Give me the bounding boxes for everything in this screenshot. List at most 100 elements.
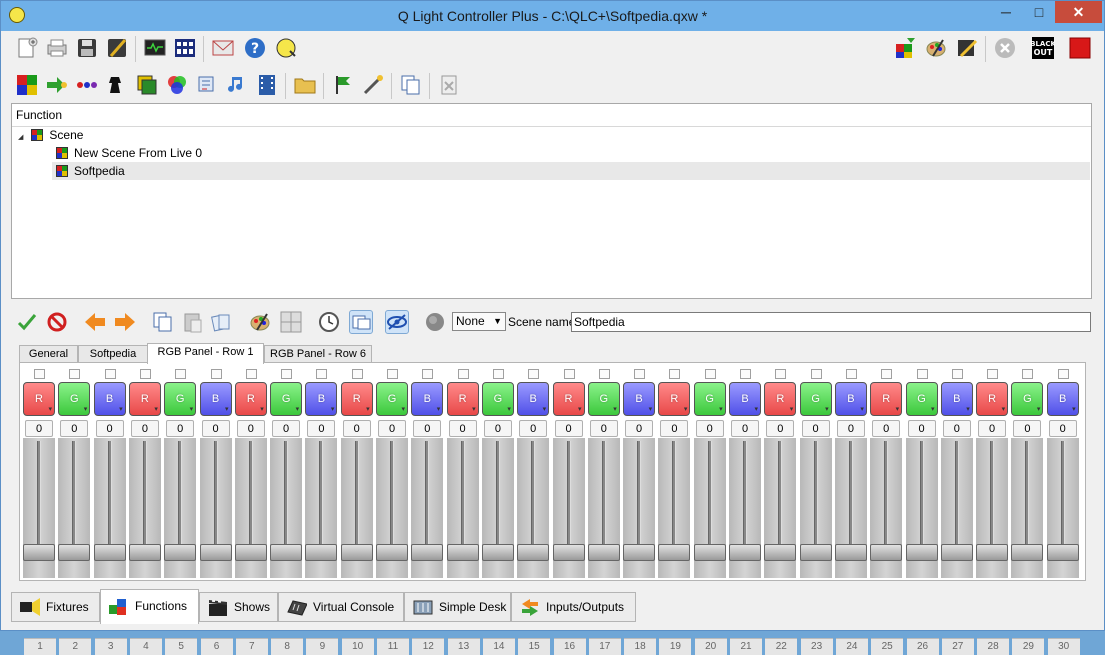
fader-handle[interactable] bbox=[270, 544, 303, 561]
channel-enable-checkbox[interactable] bbox=[916, 369, 928, 379]
tab-shows[interactable]: Shows bbox=[199, 592, 278, 622]
help-button[interactable]: ? bbox=[243, 36, 267, 60]
add-efx-button[interactable] bbox=[105, 73, 129, 97]
channel-enable-checkbox[interactable] bbox=[1022, 369, 1034, 379]
channel-value-field[interactable]: 0 bbox=[978, 420, 1007, 437]
channel-enable-checkbox[interactable] bbox=[422, 369, 434, 379]
fader-handle[interactable] bbox=[976, 544, 1009, 561]
channel-color-button[interactable]: G ▾ bbox=[376, 382, 408, 416]
channel-color-button[interactable]: G ▾ bbox=[587, 382, 620, 416]
fader-handle[interactable] bbox=[446, 544, 479, 561]
channel-color-button[interactable]: R ▾ bbox=[234, 382, 267, 416]
fader-handle[interactable] bbox=[517, 544, 550, 561]
fader-handle[interactable] bbox=[128, 544, 161, 561]
channel-value-field[interactable]: 0 bbox=[1048, 420, 1077, 437]
blind-mode-button[interactable] bbox=[385, 310, 409, 334]
fader-track[interactable]: 27 bbox=[940, 438, 974, 655]
tab-inputs-outputs[interactable]: Inputs/Outputs bbox=[511, 592, 636, 622]
fader-handle[interactable] bbox=[799, 544, 832, 561]
wizard-button[interactable] bbox=[361, 73, 385, 97]
channel-value-field[interactable]: 0 bbox=[95, 420, 124, 437]
channel-enable-checkbox[interactable] bbox=[598, 369, 610, 379]
fader-handle[interactable] bbox=[940, 544, 973, 561]
channel-value-field[interactable]: 0 bbox=[307, 420, 336, 437]
channel-value-field[interactable]: 0 bbox=[342, 420, 371, 437]
channel-enable-checkbox[interactable] bbox=[740, 369, 751, 379]
fader-track[interactable]: 20 bbox=[693, 438, 727, 655]
copy-button[interactable] bbox=[151, 310, 175, 334]
fader-handle[interactable] bbox=[305, 544, 338, 561]
fader-track[interactable]: 5 bbox=[164, 438, 198, 655]
tab-virtual-console[interactable]: Virtual Console bbox=[278, 592, 404, 622]
channel-color-button[interactable]: G ▾ bbox=[58, 382, 91, 416]
address-tool-button[interactable] bbox=[173, 36, 197, 60]
add-collection-button[interactable] bbox=[135, 73, 159, 97]
add-chaser-button[interactable] bbox=[45, 73, 69, 97]
tab-functions[interactable]: Functions bbox=[100, 589, 199, 624]
fader-handle[interactable] bbox=[58, 544, 91, 561]
control-panel-button[interactable] bbox=[211, 36, 235, 60]
fader-track[interactable]: 1 bbox=[23, 438, 56, 655]
channel-color-button[interactable]: B ▾ bbox=[517, 382, 550, 416]
fader-track[interactable]: 15 bbox=[517, 438, 551, 655]
channel-color-button[interactable]: G ▾ bbox=[799, 382, 832, 416]
channel-value-field[interactable]: 0 bbox=[625, 420, 654, 437]
tab-softpedia[interactable]: Softpedia bbox=[78, 345, 148, 363]
fader-handle[interactable] bbox=[587, 544, 620, 561]
channel-enable-checkbox[interactable] bbox=[351, 369, 363, 379]
channel-value-field[interactable]: 0 bbox=[766, 420, 795, 437]
fader-track[interactable]: 18 bbox=[623, 438, 657, 655]
channel-color-button[interactable]: G ▾ bbox=[905, 382, 938, 416]
fader-handle[interactable] bbox=[1046, 544, 1079, 561]
channel-color-button[interactable]: B ▾ bbox=[729, 382, 761, 416]
channel-value-field[interactable]: 0 bbox=[25, 420, 53, 437]
fader-track[interactable]: 19 bbox=[658, 438, 692, 655]
tab-rgb-panel-row-1[interactable]: RGB Panel - Row 1 bbox=[147, 343, 264, 364]
expand-arrow-icon[interactable]: ◢ bbox=[18, 134, 23, 141]
fader-track[interactable]: 6 bbox=[199, 438, 233, 655]
add-folder-button[interactable] bbox=[293, 73, 317, 97]
channel-enable-checkbox[interactable] bbox=[175, 369, 187, 379]
channel-enable-checkbox[interactable] bbox=[881, 369, 893, 379]
fader-handle[interactable] bbox=[164, 544, 197, 561]
channel-enable-checkbox[interactable] bbox=[281, 369, 293, 379]
channel-value-field[interactable]: 0 bbox=[413, 420, 442, 437]
autostart-button[interactable] bbox=[331, 73, 355, 97]
channel-value-field[interactable]: 0 bbox=[272, 420, 301, 437]
channel-enable-checkbox[interactable] bbox=[669, 369, 681, 379]
fader-track[interactable]: 25 bbox=[870, 438, 904, 655]
channel-color-button[interactable]: G ▾ bbox=[1011, 382, 1044, 416]
channel-value-field[interactable]: 0 bbox=[695, 420, 724, 437]
fader-handle[interactable] bbox=[93, 544, 126, 561]
channel-value-field[interactable]: 0 bbox=[378, 420, 406, 437]
edit-mode-button[interactable] bbox=[955, 36, 979, 60]
channel-enable-checkbox[interactable] bbox=[563, 369, 575, 379]
delete-function-button[interactable] bbox=[437, 73, 461, 97]
fader-handle[interactable] bbox=[23, 544, 55, 561]
fader-track[interactable]: 26 bbox=[905, 438, 939, 655]
tab-view-button[interactable] bbox=[349, 310, 373, 334]
channel-enable-checkbox[interactable] bbox=[69, 369, 81, 379]
add-rgb-matrix-button[interactable] bbox=[165, 73, 189, 97]
channel-value-field[interactable]: 0 bbox=[907, 420, 936, 437]
fader-handle[interactable] bbox=[834, 544, 867, 561]
fader-track[interactable]: 9 bbox=[305, 438, 339, 655]
fader-handle[interactable] bbox=[623, 544, 656, 561]
save-as-button[interactable] bbox=[105, 36, 129, 60]
tree-item-new-scene[interactable]: New Scene From Live 0 bbox=[56, 144, 656, 162]
channel-color-button[interactable]: B ▾ bbox=[940, 382, 973, 416]
fader-track[interactable]: 21 bbox=[729, 438, 762, 655]
add-script-button[interactable] bbox=[195, 73, 219, 97]
fader-track[interactable]: 16 bbox=[552, 438, 586, 655]
fader-handle[interactable] bbox=[340, 544, 373, 561]
position-tool-button[interactable] bbox=[279, 310, 303, 334]
channel-enable-checkbox[interactable] bbox=[528, 369, 540, 379]
about-button[interactable] bbox=[275, 36, 299, 60]
fader-handle[interactable] bbox=[411, 544, 444, 561]
fader-track[interactable]: 2 bbox=[58, 438, 92, 655]
tree-header[interactable]: Function bbox=[12, 104, 1091, 127]
fader-handle[interactable] bbox=[552, 544, 585, 561]
channel-enable-checkbox[interactable] bbox=[845, 369, 857, 379]
maximize-button[interactable]: □ bbox=[1022, 1, 1056, 23]
channel-value-field[interactable]: 0 bbox=[448, 420, 477, 437]
